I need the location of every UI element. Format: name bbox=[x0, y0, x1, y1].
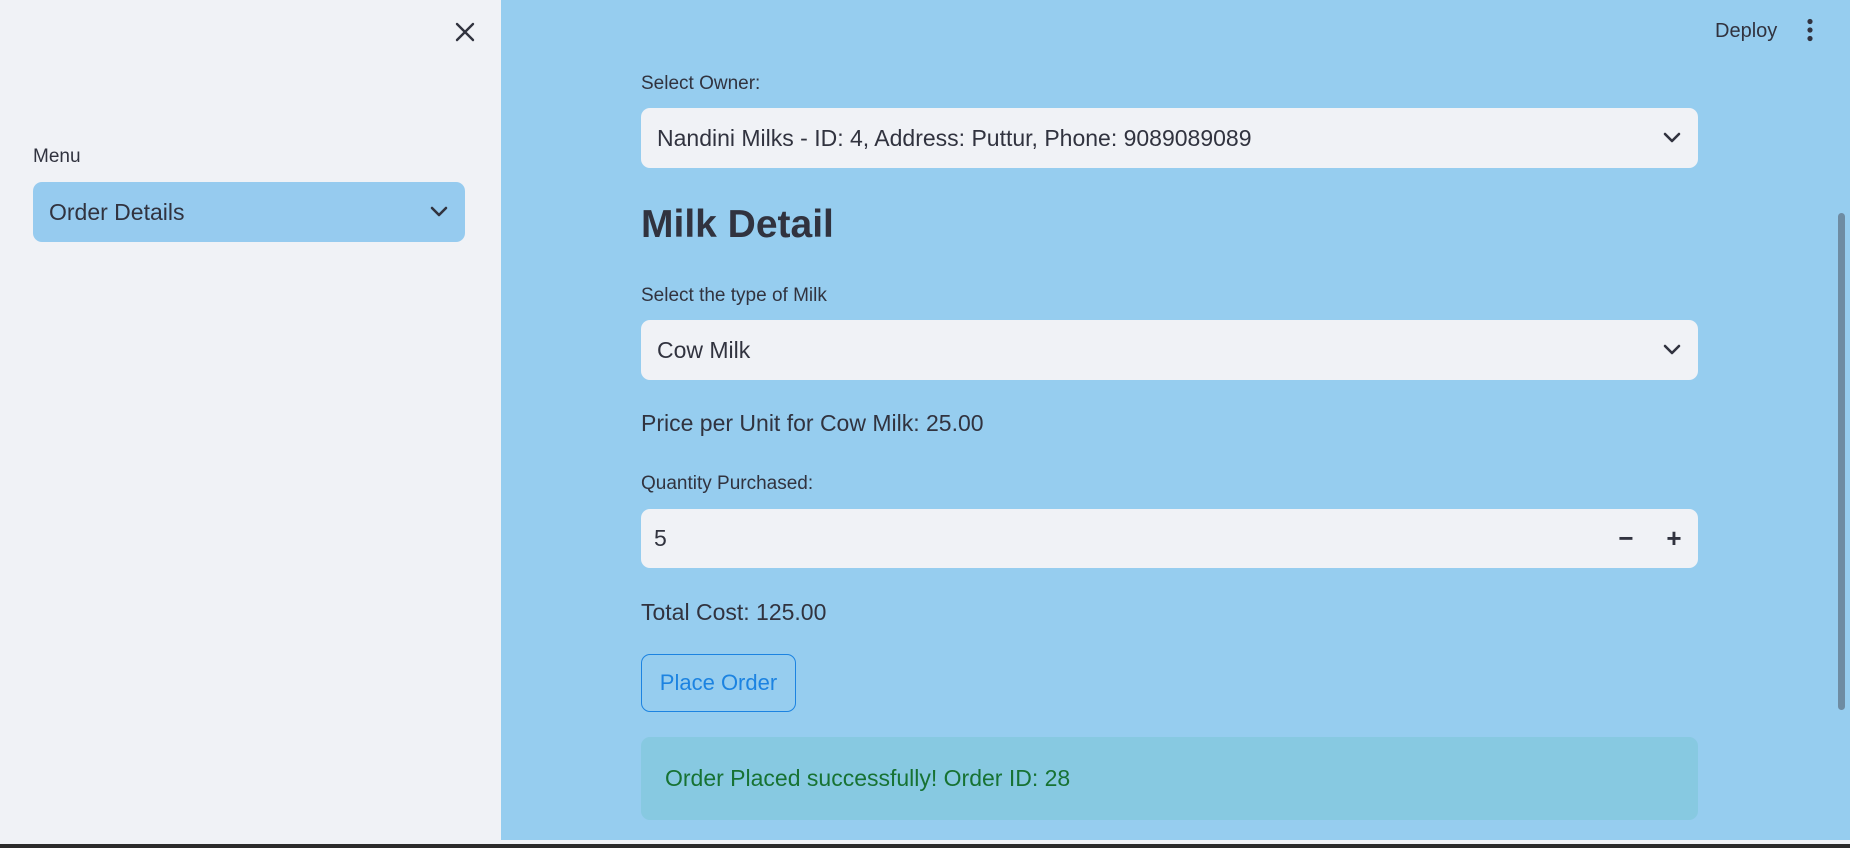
app-window: Menu Order Details Deploy Select Owner: … bbox=[0, 0, 1850, 840]
quantity-label: Quantity Purchased: bbox=[641, 473, 814, 494]
main-content: Deploy Select Owner: Nandini Milks - ID:… bbox=[501, 0, 1850, 840]
close-sidebar-button[interactable] bbox=[450, 17, 480, 47]
owner-select[interactable]: Nandini Milks - ID: 4, Address: Puttur, … bbox=[641, 108, 1698, 168]
success-message: Order Placed successfully! Order ID: 28 bbox=[665, 765, 1071, 791]
chevron-down-icon bbox=[430, 206, 448, 217]
close-icon bbox=[455, 22, 475, 42]
menu-select-value: Order Details bbox=[49, 198, 185, 225]
more-vertical-icon bbox=[1807, 18, 1813, 42]
decrement-button[interactable]: − bbox=[1602, 509, 1650, 568]
window-bottom-edge bbox=[0, 840, 1850, 848]
milk-type-select[interactable]: Cow Milk bbox=[641, 320, 1698, 380]
quantity-stepper: − + bbox=[641, 509, 1698, 568]
price-per-unit-text: Price per Unit for Cow Milk: 25.00 bbox=[641, 410, 984, 436]
chevron-down-icon bbox=[1663, 132, 1681, 143]
main-menu-button[interactable] bbox=[1798, 14, 1822, 46]
owner-label: Select Owner: bbox=[641, 73, 761, 94]
owner-select-value: Nandini Milks - ID: 4, Address: Puttur, … bbox=[657, 124, 1252, 151]
total-cost-text: Total Cost: 125.00 bbox=[641, 599, 827, 625]
milk-type-label: Select the type of Milk bbox=[641, 285, 827, 306]
chevron-down-icon bbox=[1663, 344, 1681, 355]
deploy-button[interactable]: Deploy bbox=[1709, 16, 1783, 47]
quantity-input[interactable] bbox=[641, 509, 1602, 568]
sidebar: Menu Order Details bbox=[0, 0, 501, 840]
place-order-button[interactable]: Place Order bbox=[641, 654, 796, 712]
success-alert: Order Placed successfully! Order ID: 28 bbox=[641, 737, 1698, 820]
scrollbar[interactable] bbox=[1838, 213, 1845, 710]
milk-detail-heading: Milk Detail bbox=[641, 203, 834, 246]
increment-button[interactable]: + bbox=[1650, 509, 1698, 568]
menu-label: Menu bbox=[33, 146, 81, 167]
milk-type-select-value: Cow Milk bbox=[657, 336, 751, 363]
menu-select[interactable]: Order Details bbox=[33, 182, 465, 242]
